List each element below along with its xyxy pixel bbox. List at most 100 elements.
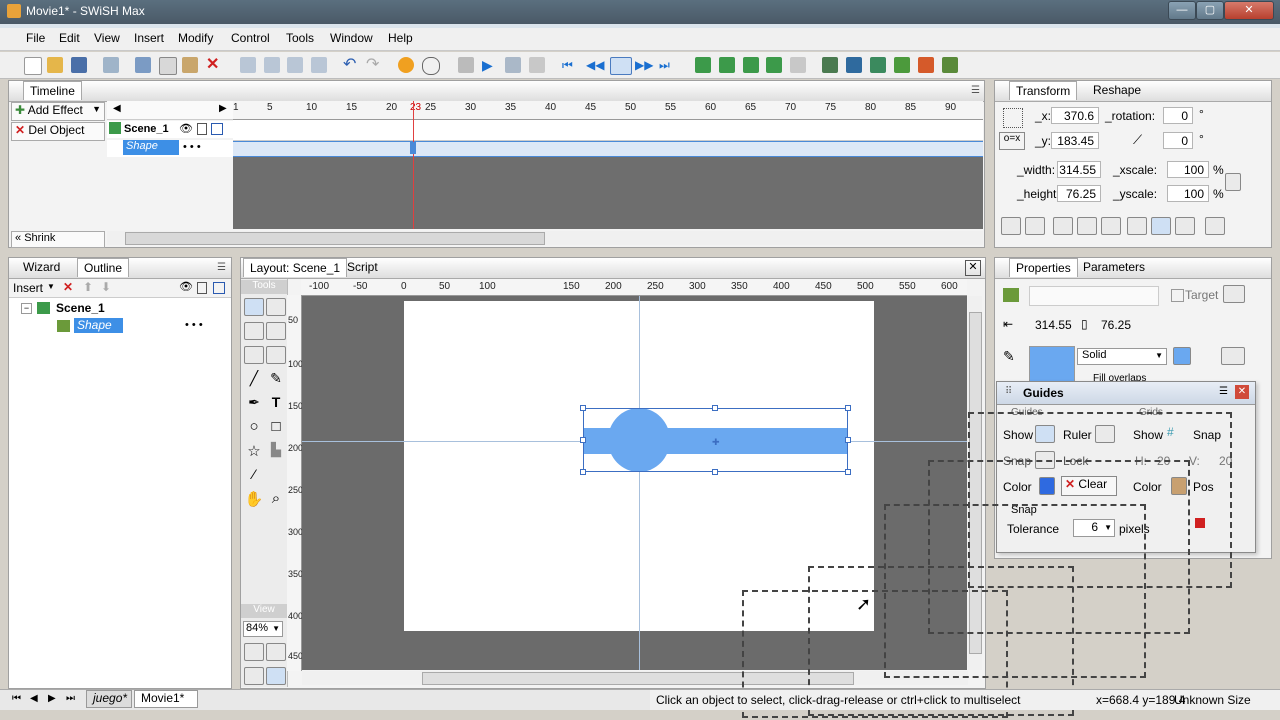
eye-icon[interactable]: 👁 [179, 280, 193, 293]
shape-frames-row[interactable] [233, 141, 983, 157]
tab-transform[interactable]: Transform [1009, 81, 1078, 100]
rotate-left-icon[interactable] [1053, 217, 1073, 235]
bring-forward-icon[interactable] [264, 57, 280, 73]
insert-component-icon[interactable] [942, 57, 958, 73]
maximize-button[interactable]: ▢ [1196, 1, 1224, 20]
eyedropper-tool-icon[interactable]: ⁄ [244, 466, 264, 484]
ellipse-tool-icon[interactable]: ○ [244, 418, 264, 436]
zoom-all-icon[interactable] [266, 667, 286, 685]
outline-toggle-icon[interactable] [211, 123, 223, 135]
fill-type-select[interactable]: Solid ▼ [1077, 348, 1167, 365]
height-field[interactable]: 76.25 [1057, 185, 1101, 202]
y-field[interactable]: 183.45 [1051, 132, 1099, 149]
zoom-selection-icon[interactable] [266, 643, 286, 661]
scene-frames-row[interactable] [233, 120, 983, 141]
menu-insert[interactable]: Insert [134, 31, 164, 45]
select-tool-icon[interactable] [244, 298, 264, 316]
menu-view[interactable]: View [94, 31, 120, 45]
tab-reshape[interactable]: Reshape [1087, 81, 1147, 100]
insert-content-icon[interactable] [846, 57, 862, 73]
anchor-grid-icon[interactable] [1003, 108, 1023, 128]
tab-wizard[interactable]: Wizard [17, 258, 66, 277]
step-icon[interactable] [529, 57, 545, 73]
subselect-tool-icon[interactable] [266, 298, 286, 316]
publish-icon[interactable] [103, 57, 119, 73]
resize-handle[interactable] [845, 405, 851, 411]
insert-text-icon[interactable] [719, 57, 735, 73]
send-back-icon[interactable] [311, 57, 327, 73]
yscale-field[interactable]: 100 [1167, 185, 1209, 202]
timeline-h-scrollbar[interactable] [107, 231, 983, 245]
stop-icon[interactable] [458, 57, 474, 73]
collapse-icon[interactable]: − [21, 303, 32, 314]
resize-handle[interactable] [580, 469, 586, 475]
insert-image-icon[interactable] [822, 57, 838, 73]
paste-icon[interactable] [182, 57, 198, 73]
rotate-right-icon[interactable] [1077, 217, 1097, 235]
send-backward-icon[interactable] [287, 57, 303, 73]
button-tool-icon[interactable]: ▙ [266, 442, 286, 460]
insert-group-icon[interactable] [790, 57, 806, 73]
first-frame-icon[interactable]: ⏮ [562, 57, 578, 73]
vertical-guide[interactable] [639, 296, 640, 670]
tab-layout[interactable]: Layout: Scene_1 [243, 258, 348, 277]
tab-timeline[interactable]: Timeline [23, 81, 82, 100]
next-tab-icon[interactable]: ▶ [48, 693, 56, 704]
menu-tools[interactable]: Tools [286, 31, 314, 45]
fill-transform-icon[interactable] [244, 346, 264, 364]
insert-script-icon[interactable] [918, 57, 934, 73]
undo-icon[interactable]: ↶ [343, 57, 359, 73]
panel-menu-icon[interactable]: ☰ [1219, 386, 1228, 397]
delete-icon[interactable]: ✕ [63, 280, 73, 294]
new-file-icon[interactable] [24, 57, 42, 75]
menu-file[interactable]: File [26, 31, 45, 45]
flip-horizontal-icon[interactable] [1001, 217, 1021, 235]
doc-tab-juego[interactable]: juego* [86, 690, 132, 708]
fill-color-swatch[interactable] [1029, 346, 1075, 382]
save-icon[interactable] [71, 57, 87, 73]
color-picker-icon[interactable] [1173, 347, 1191, 365]
rotation-field[interactable]: 0 [1163, 107, 1193, 124]
last-frame-icon[interactable]: ⏭ [659, 57, 675, 73]
copy-icon[interactable] [159, 57, 177, 75]
keyframe-marker[interactable] [410, 142, 416, 154]
lock-icon[interactable] [197, 282, 207, 294]
menu-edit[interactable]: Edit [59, 31, 80, 45]
toggle-play-icon[interactable] [610, 57, 632, 75]
minimize-button[interactable]: — [1168, 1, 1196, 20]
flip-vertical-icon[interactable] [1025, 217, 1045, 235]
help-icon[interactable] [398, 57, 414, 73]
scrollbar-thumb[interactable] [125, 232, 545, 245]
pen-tool-icon[interactable]: ✒ [244, 394, 264, 412]
insert-sound-icon[interactable] [870, 57, 886, 73]
chevron-down-icon[interactable]: ▼ [47, 282, 55, 291]
resize-handle[interactable] [580, 437, 586, 443]
cut-icon[interactable] [135, 57, 151, 73]
lock-ratio-icon[interactable] [1225, 173, 1241, 191]
paste-transform-icon[interactable] [1151, 217, 1171, 235]
open-folder-icon[interactable] [47, 57, 63, 73]
close-icon[interactable]: ✕ [1235, 385, 1249, 399]
move-up-icon[interactable]: ⬆ [83, 280, 93, 294]
name-field[interactable] [1029, 286, 1159, 306]
doc-tab-movie1[interactable]: Movie1* [134, 690, 198, 708]
del-object-button[interactable]: ✕ Del Object [11, 122, 105, 141]
rotate-180-icon[interactable] [1101, 217, 1121, 235]
menu-window[interactable]: Window [330, 31, 373, 45]
panel-menu-icon[interactable]: ☰ [971, 85, 981, 96]
bring-front-icon[interactable] [240, 57, 256, 73]
resize-handle[interactable] [580, 405, 586, 411]
scroll-right-icon[interactable]: ▶ [219, 103, 227, 114]
play-icon[interactable]: ▶ [482, 57, 498, 73]
playhead[interactable] [413, 101, 414, 229]
pencil-tool-icon[interactable]: ✎ [266, 370, 286, 388]
panel-menu-icon[interactable]: ☰ [217, 262, 227, 273]
tab-script[interactable]: Script [341, 258, 384, 277]
rectangle-tool-icon[interactable]: □ [266, 418, 286, 436]
reset-transform-icon[interactable] [1175, 217, 1195, 235]
zoom-tool-icon[interactable]: ⌕ [266, 490, 286, 508]
prev-frame-icon[interactable]: ◀◀ [586, 57, 604, 73]
outline-shape-label[interactable]: Shape [74, 318, 123, 333]
delete-icon[interactable]: ✕ [206, 57, 222, 73]
grid-align-icon[interactable] [1205, 217, 1225, 235]
